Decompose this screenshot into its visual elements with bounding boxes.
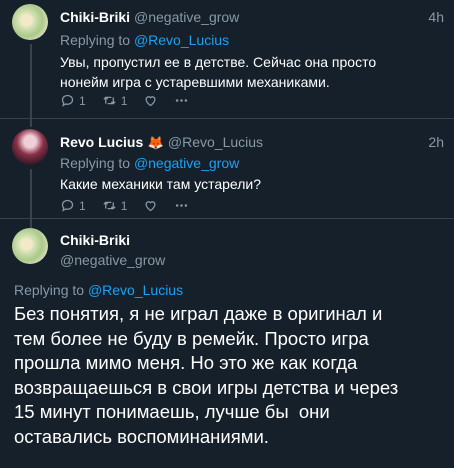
- author-name[interactable]: Chiki-Briki: [60, 9, 130, 25]
- main-tweet-text: Без понятия, я не играл даже в оригинал …: [14, 302, 444, 449]
- tweet-text: Какие механики там устарели?: [60, 174, 261, 194]
- action-bar: 1 1: [60, 93, 205, 108]
- retweet-button[interactable]: 1: [102, 198, 128, 213]
- like-icon: [145, 201, 156, 212]
- retweet-count: 1: [120, 198, 128, 213]
- author-name[interactable]: Revo Lucius: [60, 134, 143, 150]
- more-button[interactable]: [174, 198, 189, 213]
- retweet-button[interactable]: 1: [102, 93, 128, 108]
- like-button[interactable]: [143, 198, 158, 213]
- tweet-text-line: Какие механики там устарели?: [60, 176, 262, 192]
- author-name[interactable]: Chiki-Briki: [60, 232, 130, 248]
- more-icon: [176, 99, 188, 102]
- retweet-icon: [103, 96, 116, 105]
- avatar[interactable]: [12, 129, 48, 165]
- action-bar: 1 1: [60, 198, 205, 213]
- tweet-text-line: возвращаешься в свои игры детства и чере…: [14, 376, 399, 398]
- more-icon: [176, 204, 188, 207]
- avatar[interactable]: [12, 228, 48, 264]
- replying-prefix: Replying to: [14, 282, 85, 298]
- replying-to: Replying to @negative_grow: [60, 155, 239, 171]
- replying-prefix: Replying to: [60, 32, 131, 48]
- tweet-1[interactable]: Chiki-Briki @negative_grow 4h Replying to…: [0, 0, 454, 120]
- author-handle[interactable]: @negative_grow: [134, 9, 239, 25]
- avatar[interactable]: [12, 4, 48, 40]
- like-button[interactable]: [143, 93, 158, 108]
- thread-line: [30, 169, 32, 219]
- tweet-text: Увы, пропустил ее в детстве. Сейчас она …: [60, 52, 376, 92]
- retweet-icon: [103, 201, 116, 210]
- tweet-text-line: Увы, пропустил ее в детстве. Сейчас она …: [60, 54, 377, 70]
- tweet-text-line: прошла мимо меня. Но это же как когда: [14, 352, 358, 373]
- replying-to: Replying to @Revo_Lucius: [60, 32, 229, 48]
- like-icon: [145, 96, 156, 107]
- tweet-text-line: нонейм игра с устаревшими механиками.: [60, 74, 330, 90]
- timestamp[interactable]: 4h: [428, 9, 444, 25]
- reply-count: 1: [79, 198, 86, 213]
- tweet-text-line: 15 минут понимаешь, лучше бы они: [14, 401, 330, 422]
- tweet-2[interactable]: Revo Lucius 🦊 @Revo_Lucius 2h Replying to…: [0, 118, 454, 219]
- reply-button[interactable]: 1: [60, 198, 86, 213]
- timestamp[interactable]: 2h: [428, 134, 444, 150]
- author-handle[interactable]: @negative_grow: [60, 252, 165, 268]
- reply-count: 1: [79, 93, 86, 108]
- replying-to-link[interactable]: @Revo_Lucius: [134, 32, 229, 48]
- tweet-text-line: оставались воспоминаниями.: [14, 425, 269, 447]
- replying-to: Replying to @Revo_Lucius: [14, 282, 183, 298]
- replying-prefix: Replying to: [60, 155, 131, 171]
- main-tweet: Chiki-Briki @negative_grow Replying to @…: [0, 218, 454, 468]
- tweet-text-line: тем более не буду в ремейк. Просто игра: [14, 327, 369, 349]
- author-handle[interactable]: @Revo_Lucius: [168, 134, 263, 150]
- tweet-text-line: Без понятия, я не играл даже в оригинал …: [14, 303, 383, 324]
- thread-line: [30, 218, 32, 228]
- replying-to-link[interactable]: @Revo_Lucius: [88, 282, 183, 298]
- thread-line: [30, 44, 32, 120]
- reply-icon: [61, 94, 74, 107]
- reply-icon: [61, 199, 74, 212]
- reply-button[interactable]: 1: [60, 93, 86, 108]
- thread-line: [30, 118, 32, 127]
- author-emoji: 🦊: [147, 135, 164, 150]
- more-button[interactable]: [174, 93, 189, 108]
- retweet-count: 1: [120, 93, 128, 108]
- replying-to-link[interactable]: @negative_grow: [134, 155, 239, 171]
